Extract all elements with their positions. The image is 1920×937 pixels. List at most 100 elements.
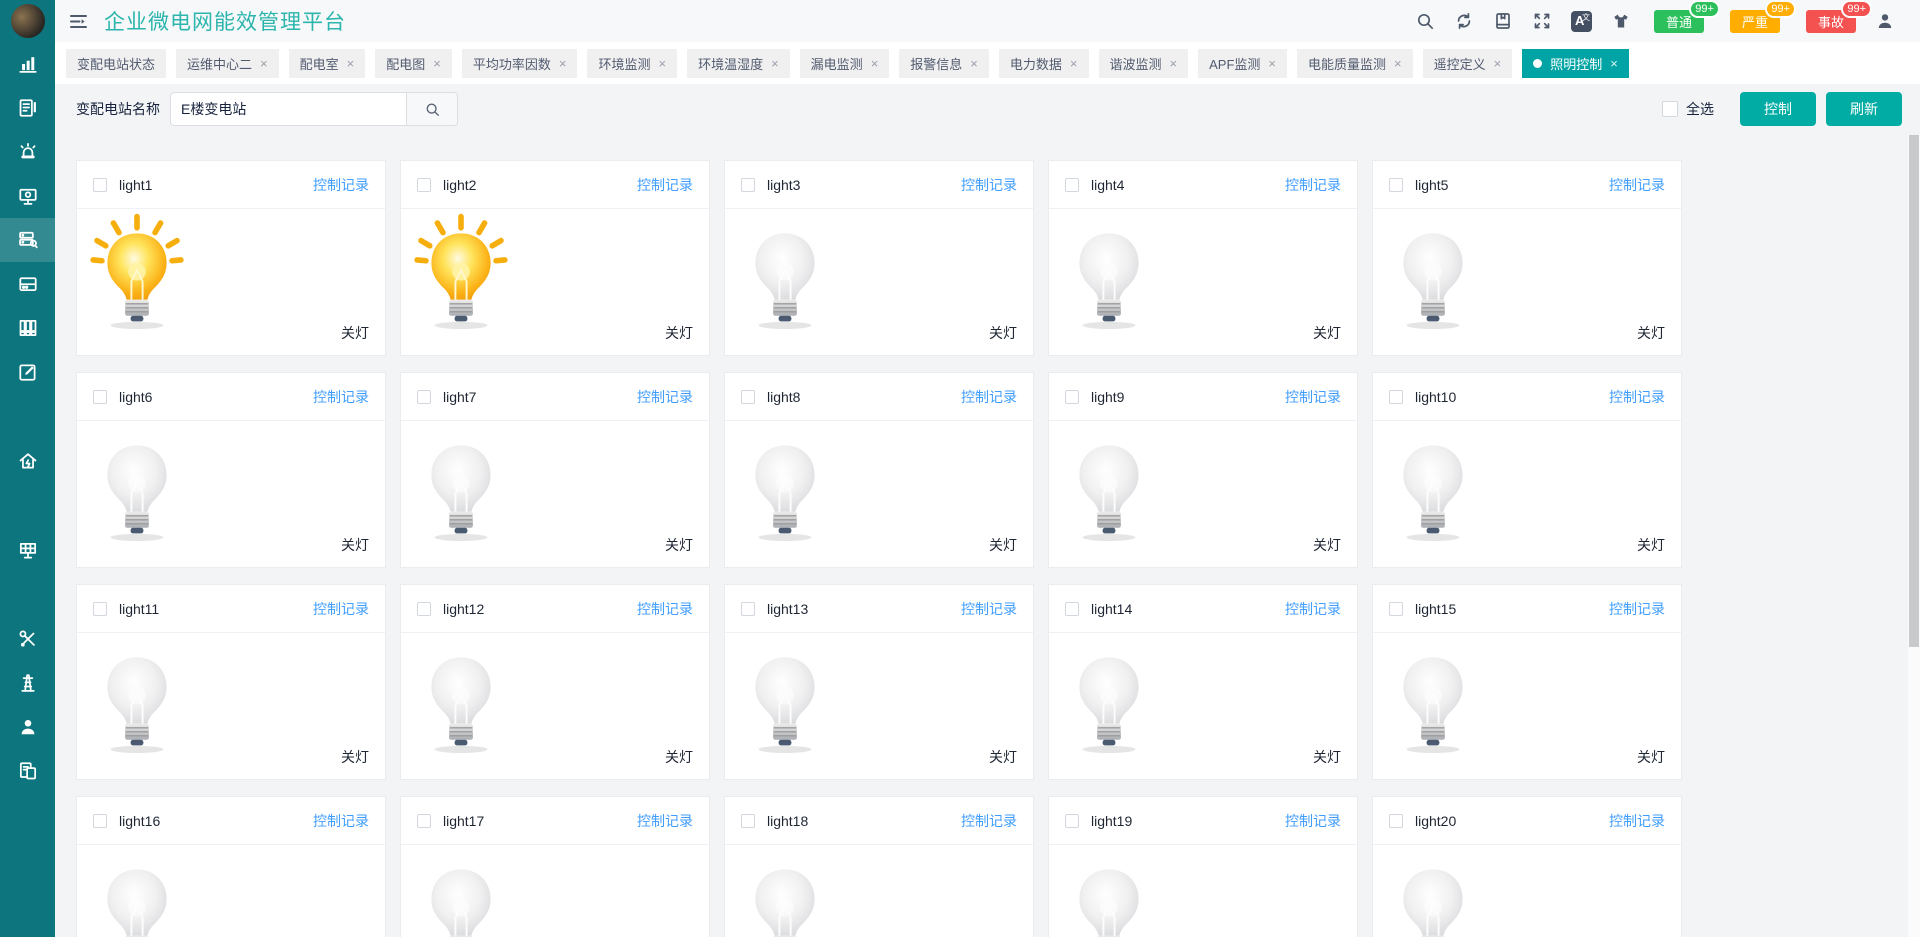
tab-item[interactable]: 漏电监测 × [799, 48, 890, 78]
user-profile-button[interactable] [1875, 11, 1895, 31]
tab-item[interactable]: 环境温湿度 × [687, 48, 790, 78]
tab-item[interactable]: 报警信息 × [899, 48, 989, 78]
control-record-link[interactable]: 控制记录 [637, 175, 693, 195]
turn-off-action[interactable]: 关灯 [989, 747, 1017, 767]
tab-close-icon[interactable]: × [1170, 57, 1178, 70]
tab-close-icon[interactable]: × [559, 57, 567, 70]
tab-item[interactable]: 环境监测 × [587, 48, 678, 78]
turn-off-action[interactable]: 关灯 [341, 323, 369, 343]
tab-item[interactable]: 电力数据 × [998, 48, 1089, 78]
sidebar-item-documents[interactable] [0, 749, 55, 793]
collapse-menu-button[interactable] [68, 11, 89, 32]
turn-off-action[interactable]: 关灯 [665, 535, 693, 555]
alarm-status-button[interactable]: 事故 99+ [1805, 0, 1872, 33]
sidebar-item-users[interactable] [0, 705, 55, 749]
theme-button[interactable] [1611, 11, 1631, 31]
light-checkbox[interactable] [741, 389, 755, 404]
tab-close-icon[interactable]: × [658, 57, 666, 70]
tab-item[interactable]: APF监测 × [1198, 48, 1287, 78]
turn-off-action[interactable]: 关灯 [341, 535, 369, 555]
tab-item[interactable]: 平均功率因数 × [461, 48, 578, 78]
light-checkbox[interactable] [741, 177, 755, 192]
light-checkbox[interactable] [1065, 813, 1079, 828]
sidebar-item-server[interactable] [0, 262, 55, 306]
alarm-status-button[interactable]: 普通 99+ [1653, 0, 1720, 33]
sidebar-item-archives[interactable] [0, 306, 55, 350]
tab-close-icon[interactable]: × [970, 57, 978, 70]
turn-off-action[interactable]: 关灯 [1313, 535, 1341, 555]
light-checkbox[interactable] [741, 601, 755, 616]
light-checkbox[interactable] [1065, 389, 1079, 404]
tab-close-icon[interactable]: × [1394, 57, 1402, 70]
control-record-link[interactable]: 控制记录 [1609, 387, 1665, 407]
control-record-link[interactable]: 控制记录 [313, 599, 369, 619]
sidebar-item-tools[interactable] [0, 617, 55, 661]
light-checkbox[interactable] [1389, 177, 1403, 192]
turn-off-action[interactable]: 关灯 [989, 535, 1017, 555]
turn-off-action[interactable]: 关灯 [1637, 747, 1665, 767]
control-record-link[interactable]: 控制记录 [1609, 175, 1665, 195]
light-checkbox[interactable] [417, 813, 431, 828]
sidebar-item-power-grid[interactable] [0, 661, 55, 705]
light-checkbox[interactable] [93, 601, 107, 616]
tab-close-icon[interactable]: × [260, 57, 268, 70]
light-checkbox[interactable] [1389, 813, 1403, 828]
turn-off-action[interactable]: 关灯 [665, 323, 693, 343]
light-checkbox[interactable] [417, 177, 431, 192]
refresh-button[interactable] [1454, 11, 1474, 31]
turn-off-action[interactable]: 关灯 [1637, 535, 1665, 555]
turn-off-action[interactable]: 关灯 [1313, 747, 1341, 767]
tab-item[interactable]: 配电图 × [375, 48, 452, 78]
tab-item[interactable]: 配电室 × [288, 48, 366, 78]
fullscreen-button[interactable] [1532, 11, 1552, 31]
control-record-link[interactable]: 控制记录 [1285, 811, 1341, 831]
tab-close-icon[interactable]: × [347, 57, 355, 70]
language-switch-button[interactable]: A 文 [1570, 10, 1592, 32]
light-checkbox[interactable] [1065, 177, 1079, 192]
tab-item[interactable]: 照明控制 × [1522, 48, 1629, 78]
control-record-link[interactable]: 控制记录 [313, 175, 369, 195]
tab-close-icon[interactable]: × [1494, 57, 1502, 70]
control-record-link[interactable]: 控制记录 [1285, 175, 1341, 195]
turn-off-action[interactable]: 关灯 [665, 747, 693, 767]
control-record-link[interactable]: 控制记录 [637, 811, 693, 831]
control-record-link[interactable]: 控制记录 [961, 175, 1017, 195]
control-record-link[interactable]: 控制记录 [313, 811, 369, 831]
control-button[interactable]: 控制 [1740, 92, 1816, 126]
control-record-link[interactable]: 控制记录 [1285, 599, 1341, 619]
refresh-list-button[interactable]: 刷新 [1826, 92, 1902, 126]
control-record-link[interactable]: 控制记录 [637, 387, 693, 407]
tab-item[interactable]: 变配电站状态 × [66, 48, 167, 78]
search-button[interactable] [1415, 11, 1435, 31]
tab-item[interactable]: 运维中心二 × [176, 48, 279, 78]
turn-off-action[interactable]: 关灯 [341, 747, 369, 767]
tab-item[interactable]: 谐波监测 × [1098, 48, 1189, 78]
control-record-link[interactable]: 控制记录 [1609, 599, 1665, 619]
light-checkbox[interactable] [417, 601, 431, 616]
control-record-link[interactable]: 控制记录 [1609, 811, 1665, 831]
select-all-checkbox[interactable] [1662, 101, 1678, 117]
control-record-link[interactable]: 控制记录 [961, 811, 1017, 831]
turn-off-action[interactable]: 关灯 [989, 323, 1017, 343]
sidebar-item-reports[interactable] [0, 86, 55, 130]
control-record-link[interactable]: 控制记录 [961, 599, 1017, 619]
light-checkbox[interactable] [93, 813, 107, 828]
tab-close-icon[interactable]: × [771, 57, 779, 70]
sidebar-item-home-energy[interactable] [0, 439, 55, 483]
vertical-scrollbar-thumb[interactable] [1909, 135, 1919, 647]
light-checkbox[interactable] [1065, 601, 1079, 616]
station-search-button[interactable] [406, 92, 458, 126]
tab-item[interactable]: 电能质量监测 × [1297, 48, 1413, 78]
light-checkbox[interactable] [93, 177, 107, 192]
tab-close-icon[interactable]: × [871, 57, 879, 70]
tab-close-icon[interactable]: × [1070, 57, 1078, 70]
sidebar-item-solar[interactable] [0, 528, 55, 572]
control-record-link[interactable]: 控制记录 [637, 599, 693, 619]
tab-close-icon[interactable]: × [1610, 57, 1618, 70]
light-checkbox[interactable] [1389, 389, 1403, 404]
sidebar-item-data-entry[interactable] [0, 350, 55, 394]
sidebar-item-monitoring[interactable] [0, 174, 55, 218]
sidebar-item-device-control[interactable] [0, 218, 55, 262]
alarm-status-button[interactable]: 严重 99+ [1729, 0, 1796, 33]
turn-off-action[interactable]: 关灯 [1313, 323, 1341, 343]
